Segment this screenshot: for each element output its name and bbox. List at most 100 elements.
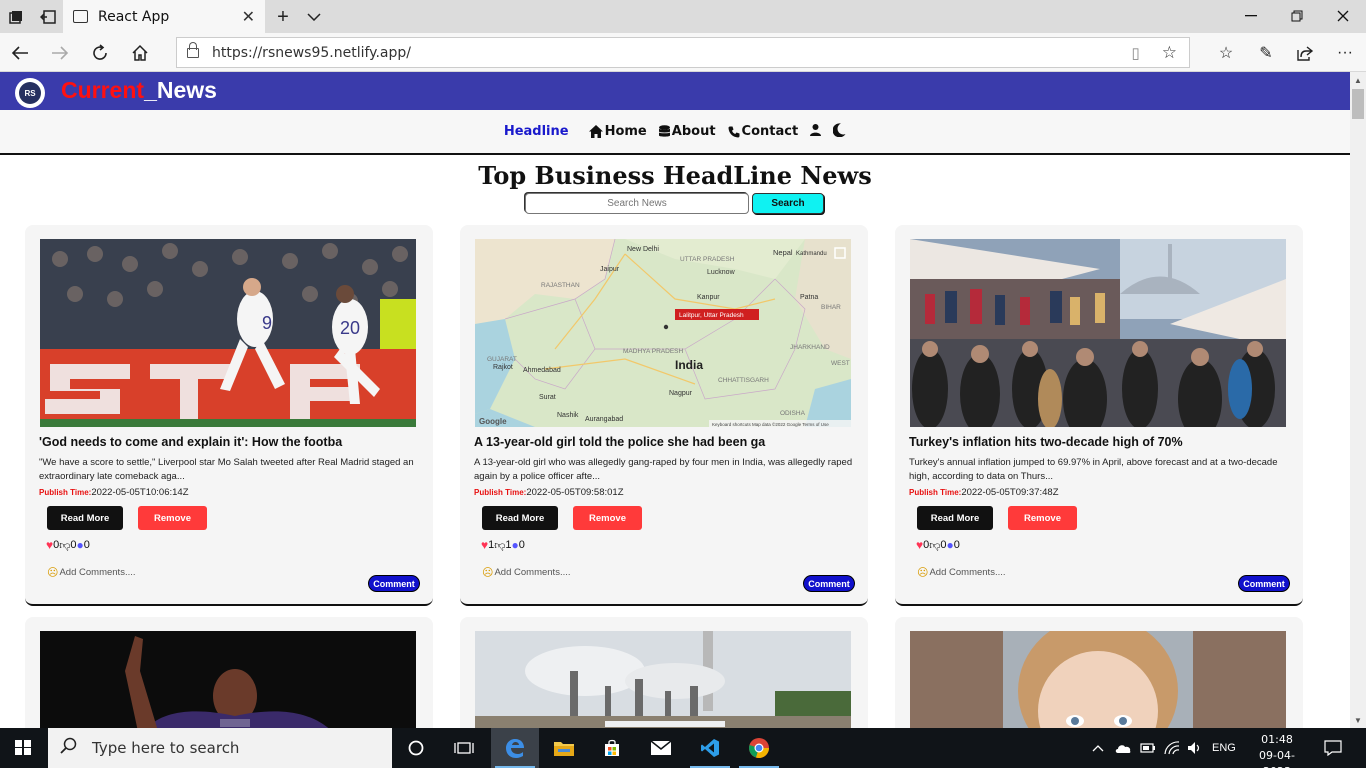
map-region-madhya-pradesh: MADHYA PRADESH <box>623 348 684 355</box>
read-more-button[interactable]: Read More <box>47 506 123 530</box>
comment-bubble-icon[interactable]: ● <box>947 538 954 552</box>
nav-about[interactable]: About <box>658 124 716 139</box>
heart-icon[interactable]: ♥ <box>916 538 923 552</box>
browser-tab[interactable]: React App ✕ <box>63 0 265 33</box>
nav-headline[interactable]: Headline <box>504 124 569 139</box>
browser-tab-bar: React App ✕ + <box>0 0 1366 33</box>
address-field[interactable]: https://rsnews95.netlify.app/ ▯ ☆ <box>176 37 1190 68</box>
brand-title[interactable]: Current_News <box>61 77 217 104</box>
scroll-down-icon[interactable]: ▼ <box>1350 712 1366 728</box>
task-view-icon[interactable] <box>440 728 488 768</box>
scroll-up-icon[interactable]: ▲ <box>1350 72 1366 88</box>
vscode-icon[interactable] <box>686 728 734 768</box>
comment-field[interactable]: ☹ Add Comments.... <box>482 566 571 579</box>
reading-view-icon[interactable]: ▯ <box>1131 44 1139 62</box>
database-icon <box>658 125 670 137</box>
remove-button[interactable]: Remove <box>1008 506 1077 530</box>
map-label-patna: Patna <box>800 294 818 301</box>
cortana-icon[interactable] <box>392 728 440 768</box>
mail-icon[interactable] <box>637 728 685 768</box>
thumbs-down-icon[interactable]: 👎︎ <box>59 539 70 552</box>
chevron-down-icon[interactable] <box>304 7 324 27</box>
scroll-thumb[interactable] <box>1352 89 1364 119</box>
refresh-icon[interactable] <box>88 41 112 65</box>
tab-actions-icon[interactable] <box>6 7 26 27</box>
thumbs-down-icon[interactable]: 👎︎ <box>929 539 940 552</box>
show-hidden-icons-chevron-icon[interactable] <box>1092 728 1104 768</box>
chrome-icon[interactable] <box>735 728 783 768</box>
comment-bubble-icon[interactable]: ● <box>77 538 84 552</box>
publish-time-value: 2022-05-05T09:58:01Z <box>526 487 624 498</box>
nav-contact[interactable]: Contact <box>728 124 798 139</box>
new-tab-button[interactable]: + <box>273 6 293 28</box>
news-title[interactable]: A 13-year-old girl told the police she h… <box>474 435 859 449</box>
comment-field[interactable]: ☹ Add Comments.... <box>47 566 136 579</box>
page-scrollbar[interactable]: ▲ ▼ <box>1350 72 1366 728</box>
comment-button[interactable]: Comment <box>1239 576 1289 591</box>
forward-icon[interactable] <box>48 41 72 65</box>
set-tabs-aside-icon[interactable] <box>38 7 58 27</box>
map-label-nagpur: Nagpur <box>669 390 693 397</box>
heart-icon[interactable]: ♥ <box>481 538 488 552</box>
user-icon[interactable] <box>810 123 822 140</box>
volume-icon[interactable] <box>1187 728 1203 768</box>
file-explorer-icon[interactable] <box>540 728 588 768</box>
close-tab-icon[interactable]: ✕ <box>242 7 255 27</box>
windows-taskbar: Type here to search ENG 01:48 09-04-2023 <box>0 728 1366 768</box>
thumbs-down-icon[interactable]: 👎︎ <box>494 539 505 552</box>
edge-browser-icon[interactable] <box>491 728 539 768</box>
battery-icon[interactable] <box>1140 728 1156 768</box>
comment-button[interactable]: Comment <box>804 576 854 591</box>
back-icon[interactable] <box>8 41 32 65</box>
news-image-map[interactable]: New Delhi Jaipur Lucknow Kanpur Patna Na… <box>475 239 851 427</box>
store-icon[interactable] <box>588 728 636 768</box>
news-image-football[interactable]: 9 20 <box>40 239 416 427</box>
news-title[interactable]: Turkey's inflation hits two-decade high … <box>909 435 1294 449</box>
news-image-child[interactable] <box>910 631 1286 728</box>
language-indicator[interactable]: ENG <box>1212 728 1236 768</box>
comment-field[interactable]: ☹ Add Comments.... <box>917 566 1006 579</box>
news-title[interactable]: 'God needs to come and explain it': How … <box>39 435 424 449</box>
emoji-icon[interactable]: ☹ <box>482 566 493 579</box>
remove-button[interactable]: Remove <box>138 506 207 530</box>
home-icon[interactable] <box>128 41 152 65</box>
remove-button[interactable]: Remove <box>573 506 642 530</box>
nav-home[interactable]: Home <box>588 124 647 139</box>
share-icon[interactable] <box>1293 41 1317 65</box>
wifi-icon[interactable] <box>1164 728 1180 768</box>
close-window-button[interactable] <box>1328 4 1358 28</box>
map-region-bihar: BIHAR <box>821 304 841 311</box>
favorite-star-icon[interactable]: ☆ <box>1162 43 1177 63</box>
comment-placeholder: Add Comments.... <box>59 567 136 578</box>
search-button[interactable]: Search <box>752 193 824 214</box>
onedrive-cloud-icon[interactable] <box>1114 728 1132 768</box>
notification-icon[interactable] <box>1324 728 1342 768</box>
site-logo[interactable]: RS <box>15 78 45 108</box>
news-image-market[interactable] <box>910 239 1286 427</box>
news-description: Turkey's annual inflation jumped to 69.9… <box>909 457 1278 482</box>
web-page: RS Current_News Headline Home About Cont… <box>0 72 1350 728</box>
read-more-button[interactable]: Read More <box>482 506 558 530</box>
emoji-icon[interactable]: ☹ <box>47 566 58 579</box>
site-header: RS Current_News <box>0 72 1350 110</box>
page-icon <box>73 10 88 23</box>
search-news-input[interactable] <box>525 193 749 214</box>
map-label-surat: Surat <box>539 394 556 401</box>
restore-button[interactable] <box>1282 4 1312 28</box>
news-image-basketball[interactable] <box>40 631 416 728</box>
comment-bubble-icon[interactable]: ● <box>512 538 519 552</box>
taskbar-clock[interactable]: 01:48 09-04-2023 <box>1249 732 1305 768</box>
minimize-button[interactable] <box>1236 4 1266 28</box>
news-card: Turkey's inflation hits two-decade high … <box>895 225 1303 606</box>
comment-button[interactable]: Comment <box>369 576 419 591</box>
windows-start-icon[interactable] <box>15 740 32 756</box>
read-more-button[interactable]: Read More <box>917 506 993 530</box>
more-icon[interactable]: ··· <box>1333 41 1357 65</box>
emoji-icon[interactable]: ☹ <box>917 566 928 579</box>
news-image-factory[interactable] <box>475 631 851 728</box>
favorites-icon[interactable]: ☆ <box>1214 41 1238 65</box>
heart-icon[interactable]: ♥ <box>46 538 53 552</box>
taskbar-search[interactable]: Type here to search <box>48 728 392 768</box>
dark-mode-moon-icon[interactable] <box>832 122 846 141</box>
pen-icon[interactable]: ✎ <box>1254 41 1278 65</box>
